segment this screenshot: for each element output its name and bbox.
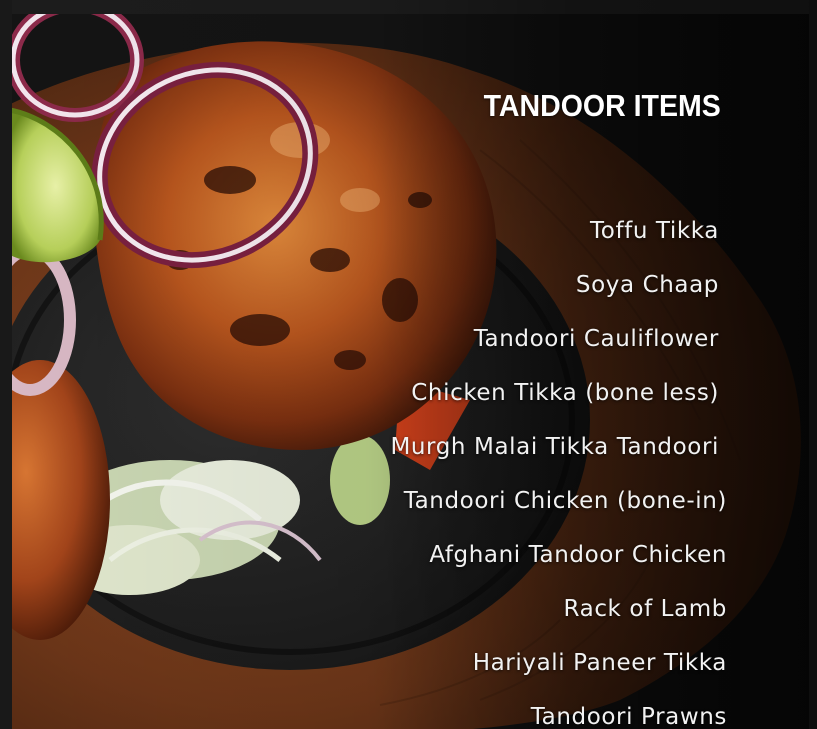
menu-item: Murgh Malai Tikka Tandoori bbox=[390, 434, 719, 460]
menu-item: Soya Chaap bbox=[575, 272, 719, 298]
tandoor-menu-section: TANDOOR ITEMS Toffu Tikka Soya Chaap Tan… bbox=[0, 0, 817, 729]
menu-item: Hariyali Paneer Tikka bbox=[472, 650, 727, 676]
menu-item: Toffu Tikka bbox=[590, 218, 719, 244]
menu-item: Tandoori Prawns bbox=[530, 704, 727, 729]
menu-item: Rack of Lamb bbox=[563, 596, 727, 622]
menu-item: Tandoori Chicken (bone-in) bbox=[403, 488, 727, 514]
menu-item: Tandoori Cauliflower bbox=[473, 326, 719, 352]
menu-item: Chicken Tikka (bone less) bbox=[411, 380, 719, 406]
menu-item: Afghani Tandoor Chicken bbox=[429, 542, 727, 568]
section-title: TANDOOR ITEMS bbox=[483, 88, 721, 123]
